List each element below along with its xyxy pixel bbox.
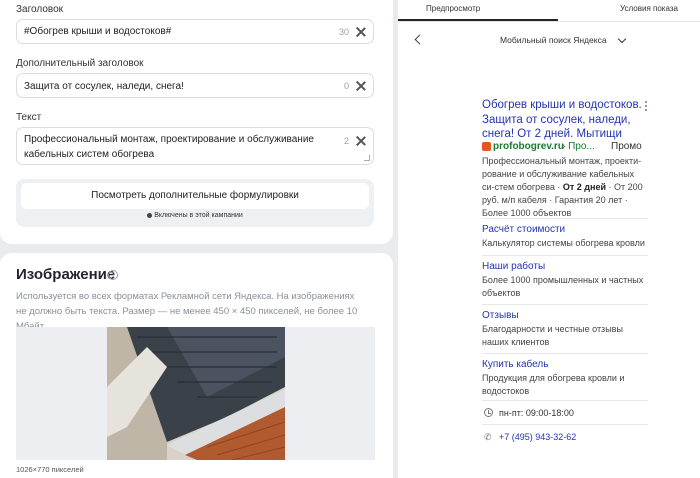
ad-breadcrumb[interactable]: › Про... [562, 141, 595, 152]
divider [482, 353, 648, 354]
divider [482, 400, 648, 401]
text-counter: 2 [344, 136, 350, 146]
clear-icon[interactable] [356, 81, 366, 91]
promo-label: Промо [611, 141, 642, 152]
image-section-title: Изображение [16, 266, 116, 283]
headline-value[interactable]: #Обогрев крыши и водостоков# [24, 24, 171, 39]
headline-label: Заголовок [16, 4, 64, 15]
sitelink[interactable]: Отзывы Благодарности и честные отзывы на… [482, 309, 648, 349]
text-value[interactable]: Профессиональный монтаж, проектирование … [24, 132, 342, 162]
chevron-down-icon[interactable] [617, 34, 627, 44]
text-label: Текст [16, 112, 42, 123]
subheadline-counter: 0 [344, 81, 350, 91]
ad-body-highlight: От 2 дней [562, 182, 606, 192]
clear-icon[interactable] [356, 136, 366, 146]
sitelink-desc: Благодарности и честные отзывы наших кли… [482, 324, 623, 347]
phone-link[interactable]: +7 (495) 943-32-62 [499, 432, 576, 442]
sitelink-title[interactable]: Отзывы [482, 309, 648, 322]
more-variants-button[interactable]: Посмотреть дополнительные формулировки [21, 183, 369, 209]
favicon-icon [482, 142, 491, 151]
sitelink-title[interactable]: Расчёт стоимости [482, 223, 648, 236]
divider [482, 255, 648, 256]
phone-icon: ✆ [484, 432, 492, 442]
more-variants-box: Посмотреть дополнительные формулировки В… [16, 179, 374, 227]
divider [482, 304, 648, 305]
tab-conditions[interactable]: Условия показа [620, 4, 678, 13]
roof-photo[interactable] [107, 327, 285, 460]
text-field[interactable]: Профессиональный монтаж, проектирование … [16, 127, 374, 165]
more-note-text: Включены в этой кампании [154, 212, 243, 219]
ad-site-url[interactable]: profobogrev.ru [493, 141, 564, 152]
divider [482, 424, 648, 425]
active-tab-indicator [398, 19, 558, 21]
ad-title[interactable]: Обогрев крыши и водостоков. Защита от со… [482, 98, 652, 142]
subheadline-value[interactable]: Защита от сосулек, наледи, снега! [24, 79, 184, 94]
more-vertical-icon[interactable] [645, 101, 647, 111]
headline-counter: 30 [339, 27, 350, 37]
preview-mode-select[interactable]: Мобильный поиск Яндекса [500, 35, 607, 45]
more-note: Включены в этой кампании [16, 212, 374, 219]
subheadline-label: Дополнительный заголовок [16, 58, 144, 69]
sitelink[interactable]: Купить кабель Продукция для обогрева кро… [482, 358, 648, 398]
tab-preview[interactable]: Предпросмотр [426, 4, 480, 13]
sitelink-desc: Продукция для обогрева кровли и водосток… [482, 373, 625, 396]
sitelink-desc: Более 1000 промышленных и частных объект… [482, 275, 644, 298]
subheadline-field[interactable]: Защита от сосулек, наледи, снега! 0 [16, 73, 374, 98]
roof-photo-svg [107, 327, 285, 460]
image-description-line: Используется во всех форматах Рекламной … [16, 291, 355, 302]
chevron-left-icon[interactable] [414, 34, 425, 45]
tabs-divider [398, 21, 700, 22]
sitelink[interactable]: Наши работы Более 1000 промышленных и ча… [482, 260, 648, 300]
image-preview-frame[interactable] [16, 327, 375, 460]
ad-text-card: Заголовок #Обогрев крыши и водостоков# 3… [0, 0, 393, 244]
headline-field[interactable]: #Обогрев крыши и водостоков# 30 [16, 19, 374, 44]
resize-grip-icon[interactable] [364, 155, 370, 161]
sitelink-title[interactable]: Купить кабель [482, 358, 648, 371]
image-caption: 1026×770 пикселей [16, 465, 84, 474]
dot-icon [147, 212, 153, 218]
clock-icon [484, 408, 493, 417]
divider [482, 218, 648, 219]
sitelink-desc: Калькулятор системы обогрева кровли [482, 238, 645, 248]
sitelink[interactable]: Расчёт стоимости Калькулятор системы обо… [482, 223, 648, 250]
sitelink-title[interactable]: Наши работы [482, 260, 648, 273]
ad-body: Профессиональный монтаж, проекти-рование… [482, 155, 647, 220]
help-icon[interactable]: ? [108, 270, 118, 280]
work-hours: пн-пт: 09:00-18:00 [499, 408, 574, 418]
clear-icon[interactable] [356, 27, 366, 37]
preview-panel: Предпросмотр Условия показа Мобильный по… [398, 0, 700, 478]
